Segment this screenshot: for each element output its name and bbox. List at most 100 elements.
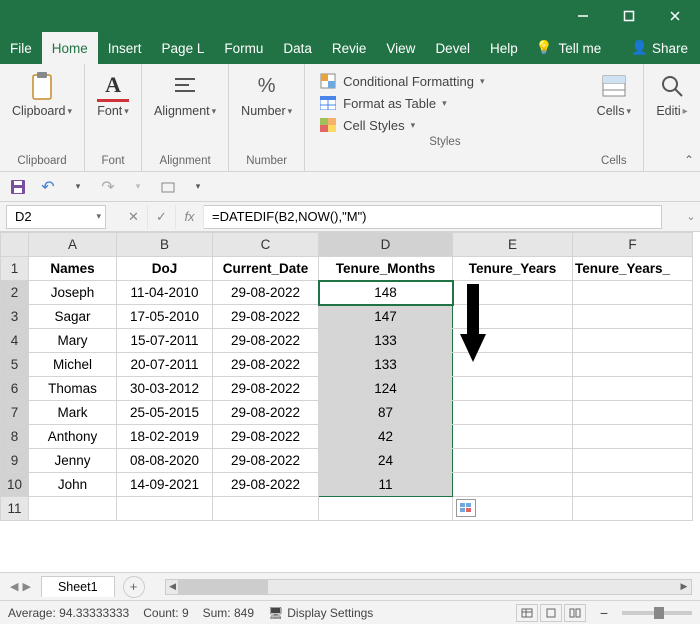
- col-header-e[interactable]: E: [453, 233, 573, 257]
- cell[interactable]: [573, 449, 693, 473]
- cell[interactable]: 29-08-2022: [213, 473, 319, 497]
- cell[interactable]: 30-03-2012: [117, 377, 213, 401]
- zoom-slider-knob[interactable]: [654, 607, 664, 619]
- cell[interactable]: Michel: [29, 353, 117, 377]
- cell[interactable]: [573, 353, 693, 377]
- cell[interactable]: John: [29, 473, 117, 497]
- cell[interactable]: [573, 329, 693, 353]
- cancel-formula-button[interactable]: ✕: [120, 205, 148, 229]
- editing-button[interactable]: Editi▸: [652, 68, 692, 120]
- cell[interactable]: [573, 401, 693, 425]
- cell[interactable]: 15-07-2011: [117, 329, 213, 353]
- paste-button[interactable]: Clipboard▾: [8, 68, 76, 120]
- col-header-a[interactable]: A: [29, 233, 117, 257]
- sheet-nav-next[interactable]: ▶: [22, 580, 30, 593]
- formula-input[interactable]: =DATEDIF(B2,NOW(),"M"): [204, 205, 662, 229]
- cell[interactable]: 25-05-2015: [117, 401, 213, 425]
- tell-me[interactable]: 💡 Tell me: [528, 32, 610, 64]
- col-header-f[interactable]: F: [573, 233, 693, 257]
- cell[interactable]: [453, 449, 573, 473]
- row-header-1[interactable]: 1: [1, 257, 29, 281]
- cell[interactable]: [573, 377, 693, 401]
- cell[interactable]: 29-08-2022: [213, 353, 319, 377]
- cell[interactable]: Thomas: [29, 377, 117, 401]
- alignment-button[interactable]: Alignment▾: [150, 68, 220, 120]
- redo-menu[interactable]: ▾: [128, 177, 148, 197]
- cell[interactable]: [573, 281, 693, 305]
- fx-button[interactable]: fx: [176, 205, 204, 229]
- cell[interactable]: [453, 473, 573, 497]
- cell[interactable]: 29-08-2022: [213, 281, 319, 305]
- row-header-10[interactable]: 10: [1, 473, 29, 497]
- cell[interactable]: [29, 497, 117, 521]
- save-button[interactable]: [8, 177, 28, 197]
- cell[interactable]: 42: [319, 425, 453, 449]
- cell[interactable]: 133: [319, 329, 453, 353]
- view-normal-button[interactable]: [516, 604, 538, 622]
- cell[interactable]: 20-07-2011: [117, 353, 213, 377]
- view-page-layout-button[interactable]: [540, 604, 562, 622]
- cell[interactable]: 133: [319, 353, 453, 377]
- tab-page-layout[interactable]: Page L: [152, 32, 215, 64]
- add-sheet-button[interactable]: +: [123, 576, 145, 598]
- cell[interactable]: [573, 425, 693, 449]
- cell-styles-button[interactable]: Cell Styles ▾: [315, 114, 575, 136]
- cell[interactable]: Names: [29, 257, 117, 281]
- row-header-7[interactable]: 7: [1, 401, 29, 425]
- tab-developer[interactable]: Devel: [425, 32, 480, 64]
- row-header-8[interactable]: 8: [1, 425, 29, 449]
- ribbon-collapse-button[interactable]: ⌃: [684, 153, 694, 167]
- cell[interactable]: Mark: [29, 401, 117, 425]
- col-header-d[interactable]: D: [319, 233, 453, 257]
- undo-menu[interactable]: ▾: [68, 177, 88, 197]
- zoom-out-button[interactable]: −: [600, 605, 608, 621]
- cell[interactable]: 29-08-2022: [213, 329, 319, 353]
- cell[interactable]: DoJ: [117, 257, 213, 281]
- name-box[interactable]: D2 ▾: [6, 205, 106, 229]
- cell[interactable]: 17-05-2010: [117, 305, 213, 329]
- cell[interactable]: [573, 473, 693, 497]
- cell[interactable]: [117, 497, 213, 521]
- enter-formula-button[interactable]: ✓: [148, 205, 176, 229]
- horizontal-scrollbar[interactable]: ◀ ▶: [165, 579, 692, 595]
- conditional-formatting-button[interactable]: Conditional Formatting ▾: [315, 70, 575, 92]
- format-as-table-button[interactable]: Format as Table ▾: [315, 92, 575, 114]
- number-button[interactable]: % Number▾: [237, 68, 296, 120]
- tab-view[interactable]: View: [376, 32, 425, 64]
- cells-button[interactable]: Cells▾: [593, 68, 635, 120]
- cell[interactable]: Jenny: [29, 449, 117, 473]
- display-settings-button[interactable]: 🖥 Display Settings: [268, 606, 373, 620]
- row-header-4[interactable]: 4: [1, 329, 29, 353]
- cell[interactable]: [573, 305, 693, 329]
- window-close-button[interactable]: [652, 0, 698, 32]
- cell[interactable]: 29-08-2022: [213, 425, 319, 449]
- cell[interactable]: Tenure_Years_: [573, 257, 693, 281]
- cell[interactable]: 11-04-2010: [117, 281, 213, 305]
- row-header-3[interactable]: 3: [1, 305, 29, 329]
- window-minimize-button[interactable]: [560, 0, 606, 32]
- scroll-right-button[interactable]: ▶: [677, 580, 691, 594]
- cell[interactable]: 124: [319, 377, 453, 401]
- cell[interactable]: [453, 425, 573, 449]
- sheet-tab-1[interactable]: Sheet1: [41, 576, 115, 597]
- cell[interactable]: [453, 401, 573, 425]
- select-all-button[interactable]: [1, 233, 29, 257]
- row-header-5[interactable]: 5: [1, 353, 29, 377]
- cell[interactable]: Anthony: [29, 425, 117, 449]
- scrollbar-thumb[interactable]: [178, 580, 268, 594]
- cell[interactable]: 11: [319, 473, 453, 497]
- qat-extra-button[interactable]: [158, 177, 178, 197]
- cell[interactable]: 147: [319, 305, 453, 329]
- cell[interactable]: [573, 497, 693, 521]
- cell[interactable]: 29-08-2022: [213, 377, 319, 401]
- cell[interactable]: 87: [319, 401, 453, 425]
- autofill-options-button[interactable]: [456, 499, 476, 517]
- row-header-9[interactable]: 9: [1, 449, 29, 473]
- tab-insert[interactable]: Insert: [98, 32, 152, 64]
- qat-customize[interactable]: ▾: [188, 177, 208, 197]
- cell[interactable]: Sagar: [29, 305, 117, 329]
- font-button[interactable]: A Font▾: [93, 68, 133, 120]
- col-header-c[interactable]: C: [213, 233, 319, 257]
- row-header-6[interactable]: 6: [1, 377, 29, 401]
- share-button[interactable]: 👤 Share: [619, 32, 700, 64]
